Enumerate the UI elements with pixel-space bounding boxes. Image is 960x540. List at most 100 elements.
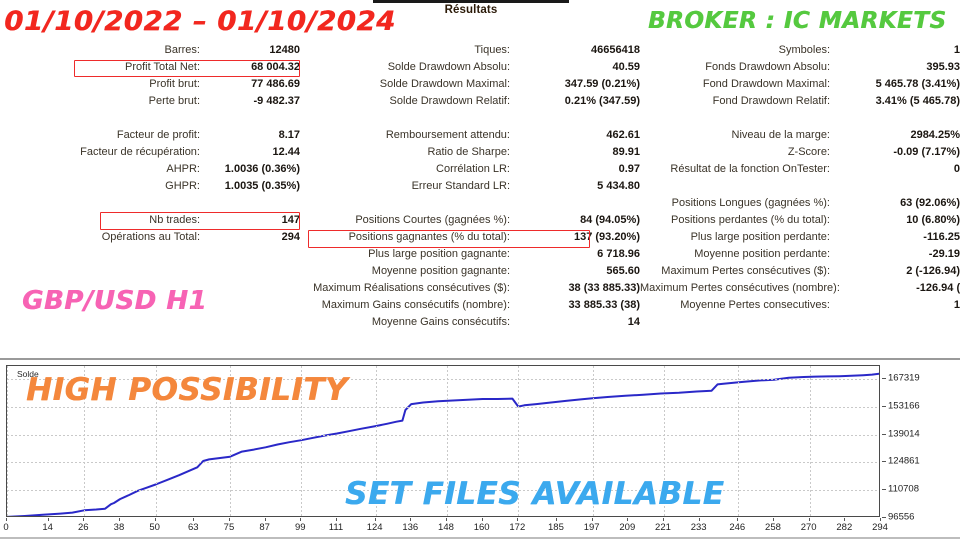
stat-row: Plus large position perdante: -116.25: [640, 229, 960, 246]
chart-gridline-vertical: [7, 366, 8, 516]
chart-x-tickmark: [6, 518, 7, 521]
stat-row: Facteur de récupération: 12.44: [0, 144, 300, 161]
chart-x-tickmark: [47, 518, 49, 521]
stat-label: Résultat de la fonction OnTester:: [670, 163, 830, 175]
chart-x-tickmark: [193, 518, 195, 521]
stats-column-middle: Tiques: 46656418 Solde Drawdown Absolu: 40.…: [300, 42, 640, 331]
chart-x-tickmark: [83, 518, 85, 521]
stat-value: -29.19: [928, 248, 960, 260]
stat-value: 137 (93.20%): [573, 231, 640, 243]
chart-x-tick-label: 136: [402, 522, 419, 533]
chart-y-tickmark: [882, 405, 886, 407]
stat-value: 1: [953, 44, 960, 56]
stat-row: Positions Longues (gagnées %): 63 (92.06%…: [640, 195, 960, 212]
chart-x-tickmark: [335, 518, 337, 521]
chart-x-tick-label: 75: [223, 522, 235, 533]
chart-x-tickmark: [662, 518, 664, 521]
stat-row: Positions perdantes (% du total): 10 (6.8…: [640, 212, 960, 229]
chart-gridline-horizontal: [7, 434, 879, 436]
stat-row: Tiques: 46656418: [300, 42, 640, 59]
stat-label: Opérations au Total:: [101, 231, 200, 243]
chart-x-tick-label: 99: [295, 522, 306, 533]
stat-value: 6 718.96: [597, 248, 640, 260]
stat-value: 1.0035 (0.35%): [224, 180, 300, 192]
stat-row: Profit brut: 77 486.69: [0, 76, 300, 93]
stat-row: Maximum Pertes consécutives (nombre): -12…: [640, 280, 960, 297]
stat-label: Maximum Pertes consécutives (nombre):: [640, 282, 840, 294]
stat-label: Positions Longues (gagnées %):: [671, 197, 830, 209]
stat-label: Maximum Réalisations consécutives ($):: [313, 282, 510, 294]
chart-x-tick-label: 294: [872, 522, 888, 533]
stat-label: Profit Total Net:: [125, 61, 200, 73]
chart-y-tickmark: [882, 517, 886, 518]
stat-value: 40.59: [612, 61, 640, 73]
stat-row: Maximum Gains consécutifs (nombre): 33 88…: [300, 297, 640, 314]
chart-y-tick-label: 167319: [888, 372, 920, 384]
chart-x-tickmark: [591, 518, 593, 521]
stat-row: Barres: 12480: [0, 42, 300, 59]
page-title: Résultats: [444, 4, 498, 16]
stat-value: 0: [953, 163, 960, 175]
stat-label: Positions gagnantes (% du total):: [348, 231, 510, 243]
chart-y-tick-label: 124861: [888, 455, 920, 467]
chart-x-tickmark: [698, 518, 700, 521]
stat-row: Moyenne position gagnante: 565.60: [300, 263, 640, 280]
stat-label: Facteur de profit:: [116, 129, 200, 141]
stat-row: Opérations au Total: 294: [0, 229, 300, 246]
chart-x-tick-label: 50: [149, 522, 160, 533]
chart-x-tickmark: [374, 518, 376, 521]
stat-label: Remboursement attendu:: [385, 129, 510, 141]
stat-value: 294: [281, 231, 300, 243]
stat-row: GHPR: 1.0035 (0.35%): [0, 178, 300, 195]
stat-row: Z-Score: -0.09 (7.17%): [640, 144, 960, 161]
chart-x-tickmark: [481, 518, 483, 521]
chart-x-tick-label: 38: [113, 522, 125, 533]
stat-row: AHPR: 1.0036 (0.36%): [0, 161, 300, 178]
stat-label: Plus large position gagnante:: [368, 248, 510, 260]
chart-y-tick-label: 96556: [888, 511, 915, 523]
stat-row: Profit Total Net: 68 004.32: [0, 59, 300, 76]
stat-label: Corrélation LR:: [436, 163, 510, 175]
stat-label: Moyenne position gagnante:: [371, 265, 510, 277]
stat-label: Niveau de la marge:: [731, 129, 830, 141]
chart-x-tick-label: 209: [619, 522, 636, 533]
chart-gridline-horizontal: [7, 462, 879, 464]
chart-top-rule: [0, 358, 960, 360]
chart-x-tickmark: [772, 518, 774, 521]
stat-row: Moyenne Pertes consecutives: 1: [640, 297, 960, 314]
stat-value: 89.91: [612, 146, 640, 158]
stat-row: Ratio de Sharpe: 89.91: [300, 144, 640, 161]
stat-spacer: [0, 195, 300, 212]
stat-value: 38 (33 885.33): [568, 282, 640, 294]
chart-x-tickmark: [410, 518, 412, 521]
stat-row: Maximum Pertes consécutives ($): 2 (-126.…: [640, 263, 960, 280]
chart-x-tick-label: 270: [800, 522, 817, 533]
chart-y-tick-label: 110708: [888, 483, 919, 495]
stat-label: Plus large position perdante:: [690, 231, 830, 243]
chart-x-tick-label: 233: [690, 522, 707, 533]
stat-label: Positions Courtes (gagnées %):: [355, 214, 510, 226]
chart-y-tickmark: [882, 433, 886, 435]
stat-label: Positions perdantes (% du total):: [671, 214, 830, 226]
stat-value: 2984.25%: [910, 129, 960, 141]
chart-bottom-rule: [0, 537, 960, 539]
stat-value: 12.44: [272, 146, 300, 158]
stat-label: Tiques:: [474, 44, 510, 56]
stats-column-right: Symboles: 1 Fonds Drawdown Absolu: 395.93 Fo…: [640, 42, 960, 314]
stat-value: 68 004.32: [251, 61, 300, 73]
chart-x-tick-label: 282: [836, 522, 853, 533]
stat-label: Barres:: [164, 44, 200, 56]
stat-value: 10 (6.80%): [906, 214, 960, 226]
stat-row: Remboursement attendu: 462.61: [300, 127, 640, 144]
stat-row: Solde Drawdown Maximal: 347.59 (0.21%): [300, 76, 640, 93]
stat-row: Perte brut: -9 482.37: [0, 93, 300, 110]
chart-x-tick-label: 172: [509, 522, 526, 533]
overlay-tagline-set-files: SET FILES AVAILABLE: [345, 476, 725, 512]
stat-value: 0.21% (347.59): [564, 95, 640, 107]
overlay-broker-name: BROKER : IC MARKETS: [648, 8, 947, 34]
chart-x-tick-label: 197: [583, 522, 600, 533]
stats-column-left: Barres: 12480 Profit Total Net: 68 004.32 Pr…: [0, 42, 300, 246]
stat-value: 395.93: [926, 61, 960, 73]
chart-y-tick-label: 139014: [888, 428, 920, 440]
stat-row: Fond Drawdown Relatif: 3.41% (5 465.78): [640, 93, 960, 110]
